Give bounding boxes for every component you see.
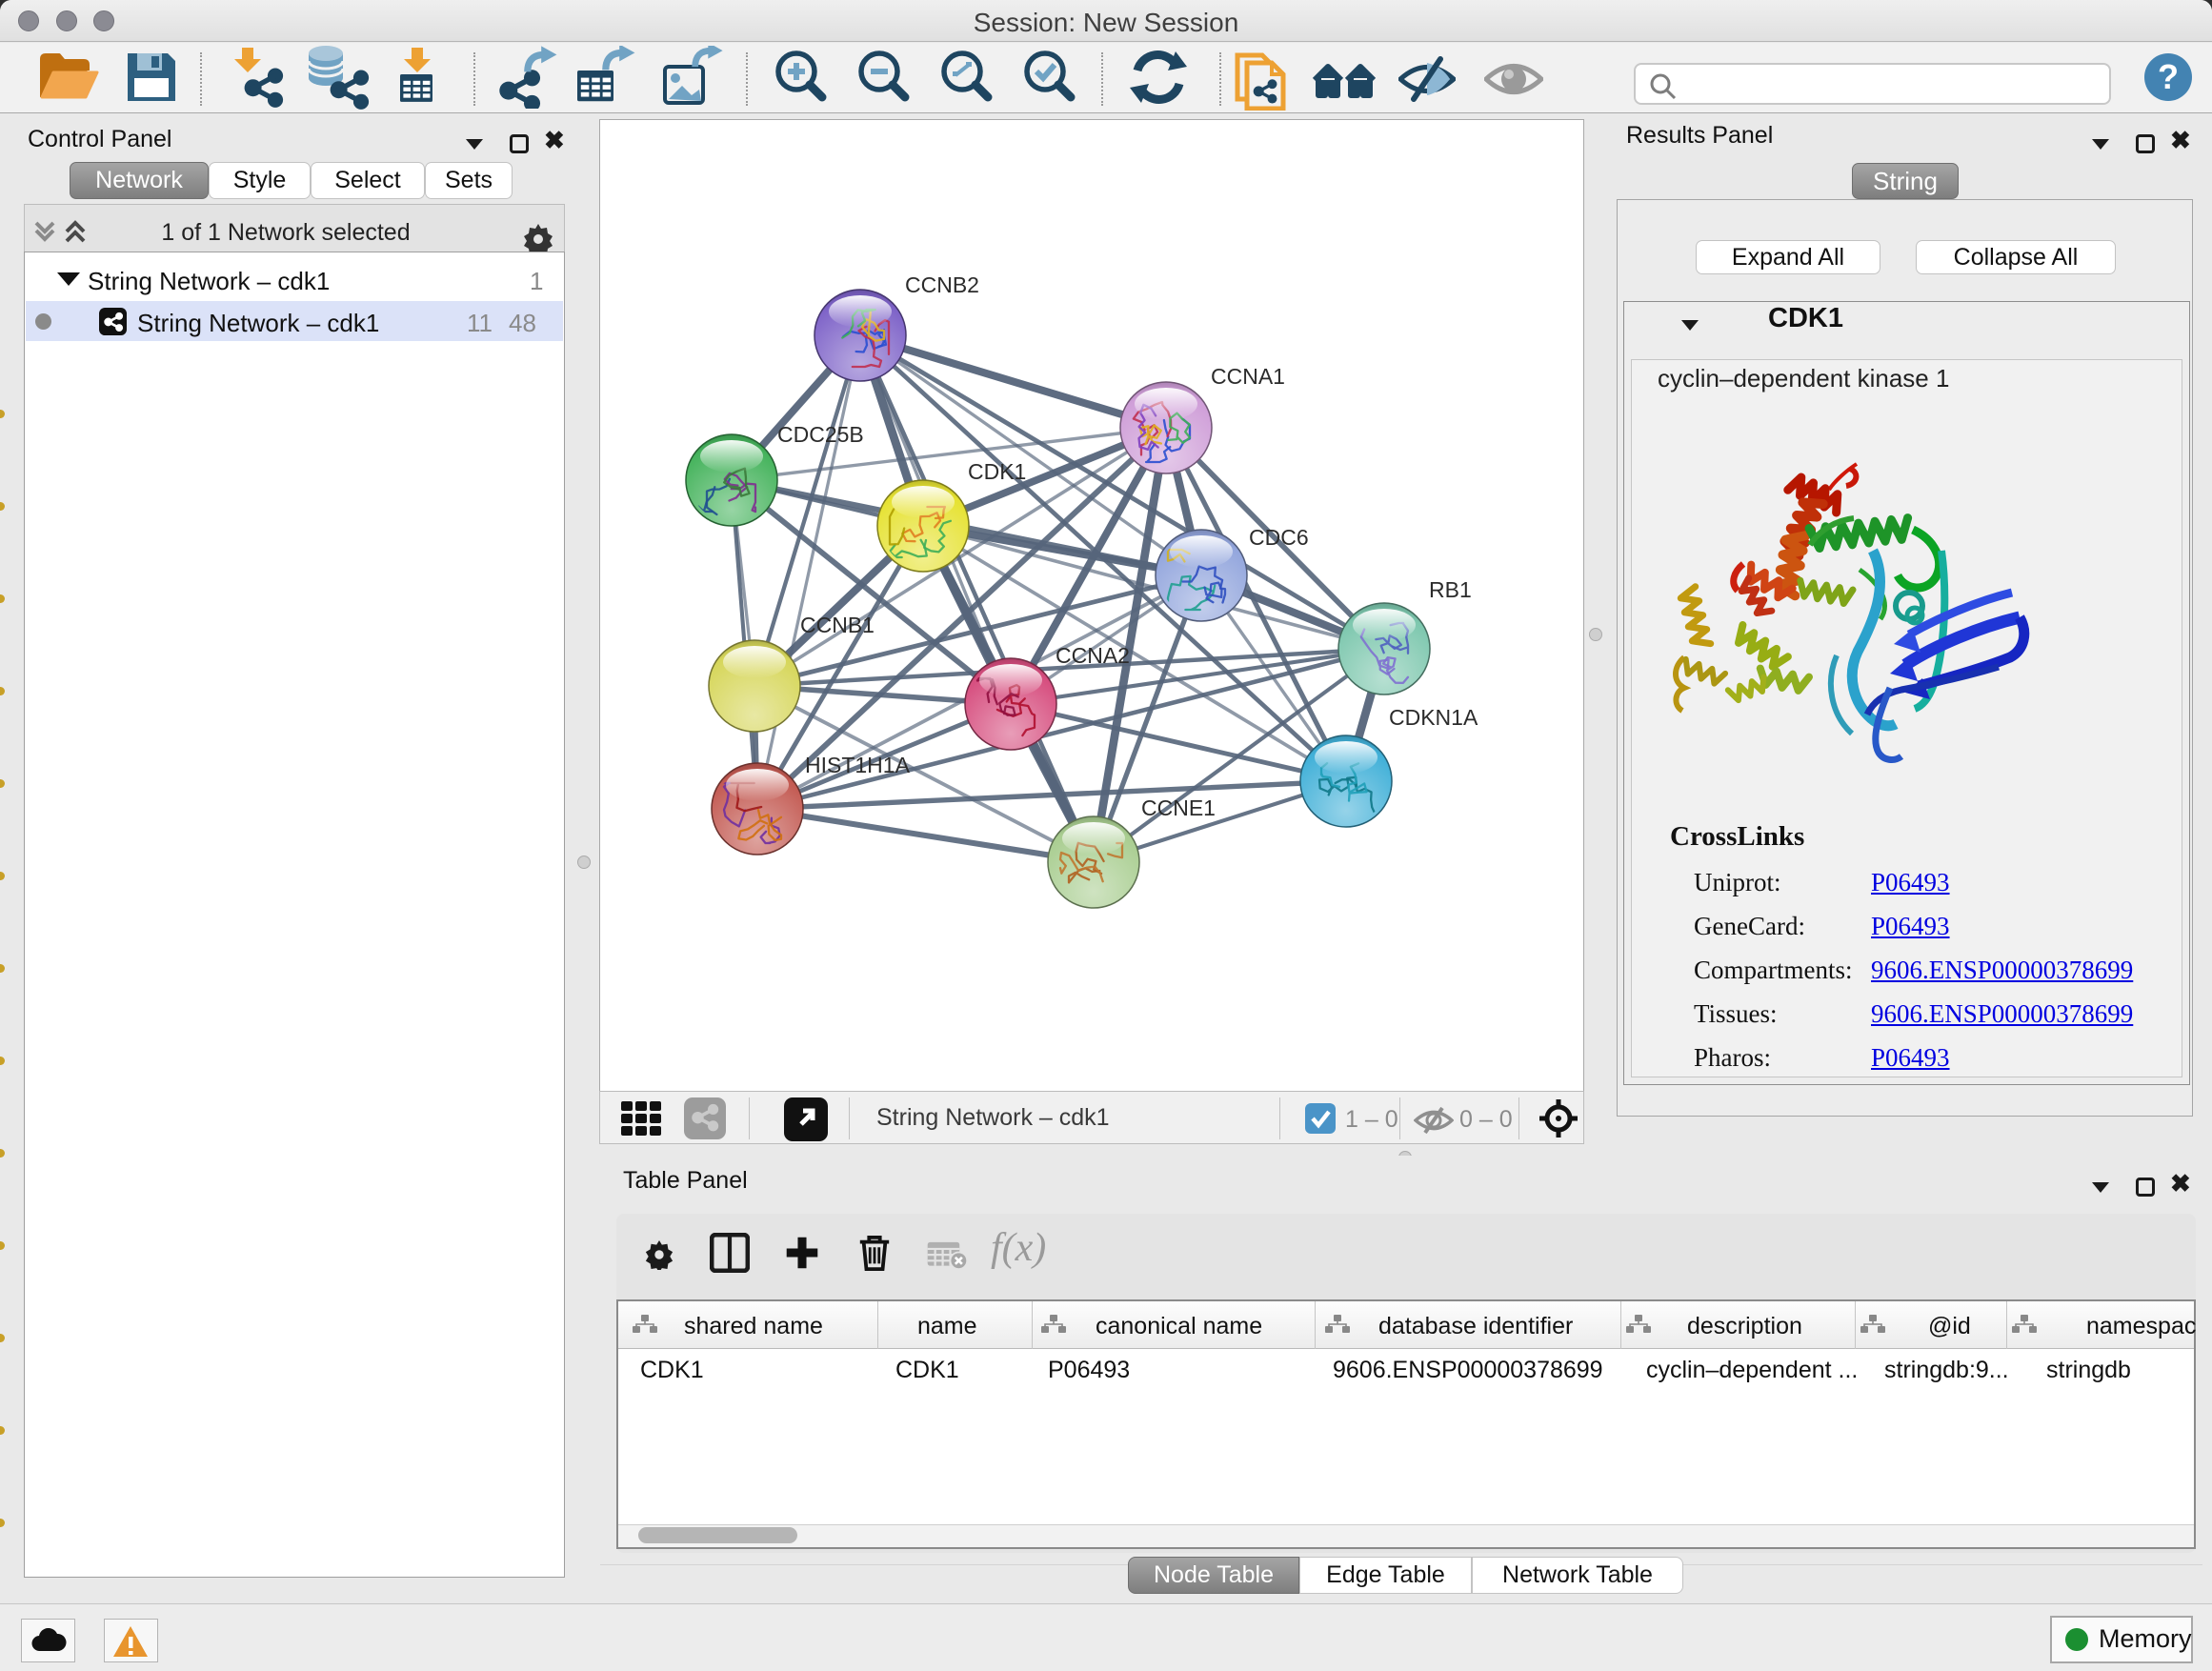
svg-text:HIST1H1A: HIST1H1A (805, 753, 911, 777)
svg-text:CDK1: CDK1 (968, 459, 1026, 484)
svg-text:CCNB2: CCNB2 (905, 272, 979, 297)
svg-text:CDKN1A: CDKN1A (1389, 705, 1478, 730)
svg-text:CCNA1: CCNA1 (1211, 364, 1285, 389)
svg-text:CDC6: CDC6 (1249, 525, 1309, 550)
svg-text:?: ? (2158, 57, 2179, 96)
svg-text:CCNE1: CCNE1 (1141, 795, 1216, 820)
svg-text:RB1: RB1 (1429, 577, 1472, 602)
svg-text:CDC25B: CDC25B (777, 422, 864, 447)
svg-text:CCNA2: CCNA2 (1056, 643, 1130, 668)
svg-text:CCNB1: CCNB1 (800, 613, 875, 637)
